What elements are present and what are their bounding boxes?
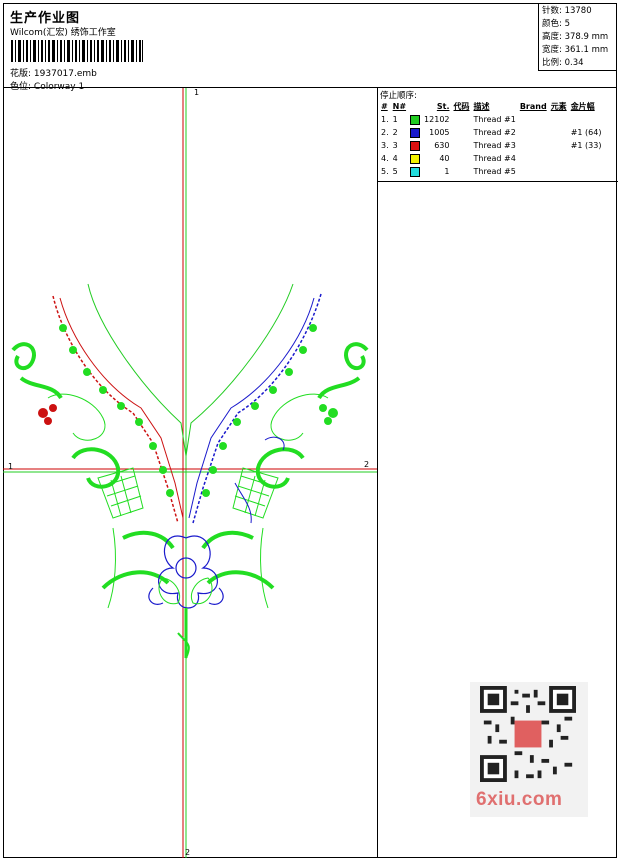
stat-stitches: 针数: 13780: [542, 6, 592, 16]
axis-label-right: 2: [364, 460, 370, 469]
left-red-flower: [38, 404, 57, 425]
col-swatch: [408, 100, 422, 113]
row-swatch: [408, 152, 422, 165]
col-stitches: St.: [436, 102, 450, 111]
col-index: #: [381, 102, 388, 111]
row-sequin: #1 (64): [570, 128, 602, 137]
axis-label-top: 1: [194, 88, 200, 97]
row-description: Thread #1: [473, 115, 516, 124]
center-scrollwork: [101, 530, 275, 590]
row-code: [452, 113, 472, 126]
left-scrollwork: [11, 342, 121, 489]
row-description: Thread #4: [473, 154, 516, 163]
row-code: [452, 126, 472, 139]
design-file: 1937017.emb: [33, 69, 97, 79]
qr-code: [480, 686, 576, 782]
row-brand: [518, 126, 549, 139]
row-sequin: [569, 152, 604, 165]
left-lattice: [47, 393, 144, 519]
row-swatch: [408, 139, 422, 152]
row-code: [452, 152, 472, 165]
stop-sequence-box: 停止顺序: # N# St. 代码 描述 Brand 元素 金片幅 1. 1 121…: [378, 88, 618, 182]
center-green-leaves: [107, 527, 269, 609]
row-number: 3: [392, 141, 398, 150]
thread-row: 1. 1 12102 Thread #1: [379, 113, 603, 126]
row-number: 2: [392, 128, 398, 137]
design-file-row: 花版: 1937017.emb: [10, 66, 97, 79]
row-brand: [518, 165, 549, 178]
row-sequin: [569, 113, 604, 126]
watermark-site: 6xiu.com: [476, 789, 563, 810]
qr-logo-stamp: [514, 720, 542, 748]
row-index: 1.: [381, 115, 389, 124]
axis-label-bottom: 2: [185, 848, 191, 857]
thread-row: 2. 2 1005 Thread #2 #1 (64): [379, 126, 603, 139]
row-sequin: [569, 165, 604, 178]
row-code: [452, 165, 472, 178]
right-lattice: [232, 393, 329, 519]
stat-scale: 比例: 0.34: [542, 58, 584, 68]
row-index: 2.: [381, 128, 389, 137]
thread-row: 3. 3 630 Thread #3 #1 (33): [379, 139, 603, 152]
row-brand: [518, 152, 549, 165]
thread-row: 5. 5 1 Thread #5: [379, 165, 603, 178]
color-swatch: [410, 166, 421, 177]
thread-table-header: # N# St. 代码 描述 Brand 元素 金片幅: [379, 100, 603, 113]
row-stitches: 1: [444, 167, 450, 176]
row-stitches: 12102: [424, 115, 450, 124]
row-element: [549, 113, 569, 126]
color-swatch: [410, 114, 421, 125]
row-sequin: #1 (33): [570, 141, 602, 150]
row-swatch: [408, 113, 422, 126]
col-brand: Brand: [519, 102, 547, 111]
col-description: 描述: [473, 102, 490, 111]
neckline-outline: [87, 283, 294, 457]
row-code: [452, 139, 472, 152]
embroidery-drawing: [3, 88, 377, 858]
row-brand: [518, 113, 549, 126]
row-description: Thread #5: [473, 167, 516, 176]
stat-height: 高度: 378.9 mm: [542, 32, 609, 42]
row-index: 5.: [381, 167, 389, 176]
design-preview: 1 2 1 2: [3, 88, 377, 858]
header: 生产作业图 Wilcom(汇宏) 绣饰工作室 花版: 1937017.emb 色…: [3, 3, 617, 92]
col-sequin: 金片幅: [570, 102, 595, 111]
row-stitches: 40: [439, 154, 450, 163]
row-number: 1: [392, 115, 398, 124]
design-label: 花版:: [10, 69, 32, 79]
row-description: Thread #3: [473, 141, 516, 150]
col-element: 元素: [550, 102, 567, 111]
page-title: 生产作业图: [10, 11, 81, 26]
row-brand: [518, 139, 549, 152]
thread-row: 4. 4 40 Thread #4: [379, 152, 603, 165]
color-swatch: [410, 127, 421, 138]
color-swatch: [410, 153, 421, 164]
row-element: [549, 126, 569, 139]
row-stitches: 1005: [429, 128, 450, 137]
row-description: Thread #2: [473, 128, 516, 137]
company-name: Wilcom(汇宏) 绣饰工作室: [10, 28, 116, 38]
row-swatch: [408, 126, 422, 139]
row-index: 3.: [381, 141, 389, 150]
stat-colors: 颜色: 5: [542, 19, 570, 29]
row-stitches: 630: [434, 141, 450, 150]
stats-box: 针数: 13780 颜色: 5 高度: 378.9 mm 宽度: 361.1 m…: [538, 3, 617, 71]
row-number: 5: [392, 167, 398, 176]
row-element: [549, 165, 569, 178]
stat-width: 宽度: 361.1 mm: [542, 45, 609, 55]
row-element: [549, 152, 569, 165]
row-number: 4: [392, 154, 398, 163]
barcode: [11, 40, 143, 62]
row-swatch: [408, 165, 422, 178]
right-flower: [319, 404, 338, 425]
col-number: N#: [392, 102, 407, 111]
row-element: [549, 139, 569, 152]
axis-label-left: 1: [8, 462, 14, 471]
col-code: 代码: [453, 102, 470, 111]
row-index: 4.: [381, 154, 389, 163]
color-swatch: [410, 140, 421, 151]
thread-table: # N# St. 代码 描述 Brand 元素 金片幅 1. 1 12102 Thre…: [379, 100, 603, 178]
